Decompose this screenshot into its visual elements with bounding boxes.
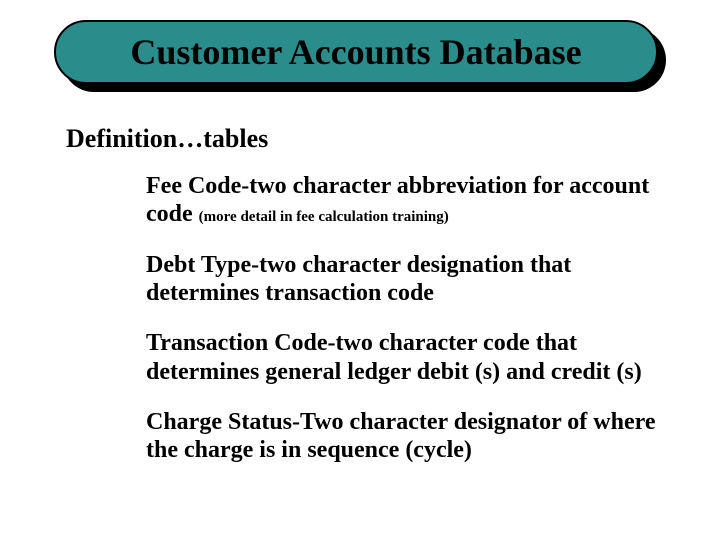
item-fee-code-note: (more detail in fee calculation training…: [199, 209, 449, 225]
item-transaction-code: Transaction Code-two character code that…: [146, 329, 656, 386]
slide: Customer Accounts Database Definition…ta…: [0, 0, 720, 540]
subheading: Definition…tables: [66, 124, 268, 154]
item-fee-code: Fee Code-two character abbreviation for …: [146, 172, 656, 229]
title-container: Customer Accounts Database: [54, 20, 658, 84]
slide-title: Customer Accounts Database: [130, 31, 581, 73]
item-charge-status: Charge Status-Two character designator o…: [146, 408, 656, 465]
title-pill: Customer Accounts Database: [54, 20, 658, 84]
item-debt-type: Debt Type-two character designation that…: [146, 251, 656, 308]
body-content: Fee Code-two character abbreviation for …: [146, 172, 656, 487]
